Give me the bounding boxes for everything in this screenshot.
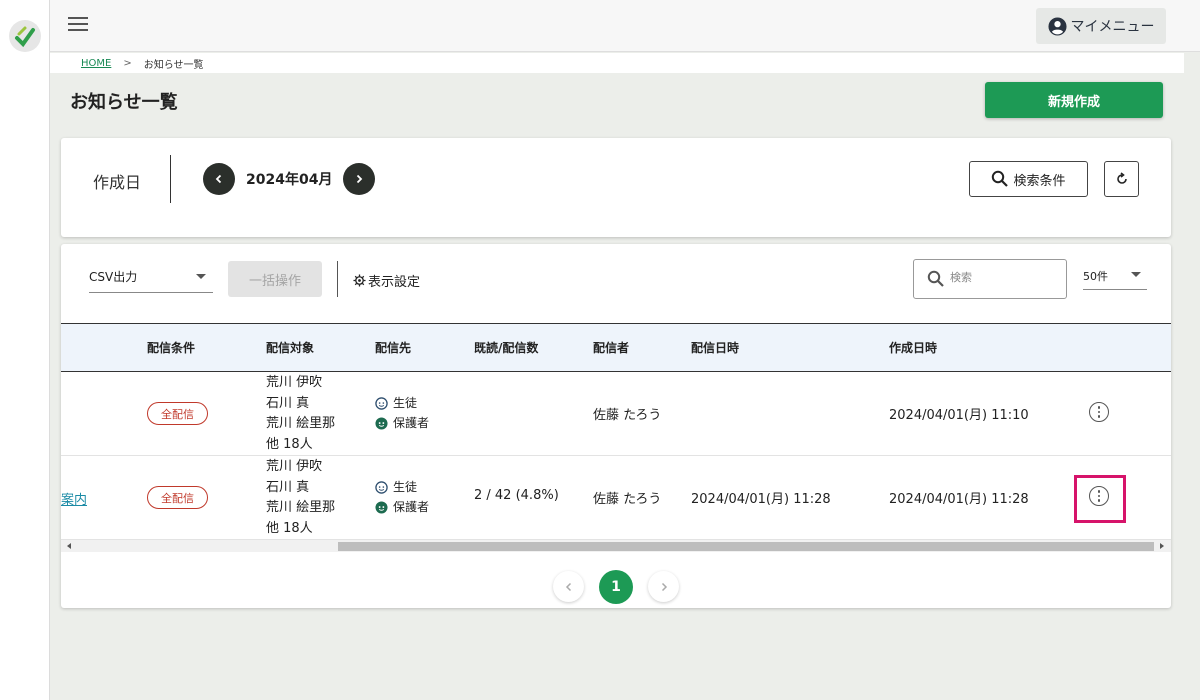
destination-label: 生徒 — [393, 480, 418, 494]
horizontal-scrollbar[interactable] — [61, 540, 1171, 552]
bulk-action-button[interactable]: 一括操作 — [228, 261, 322, 297]
header-condition: 配信条件 — [147, 341, 196, 355]
scroll-right-arrow-icon[interactable] — [1160, 543, 1164, 549]
search-icon — [992, 170, 1009, 187]
refresh-button[interactable] — [1104, 161, 1139, 197]
student-face-icon — [375, 480, 388, 494]
notice-title-link[interactable]: 案内 — [61, 489, 87, 508]
chevron-left-icon — [565, 582, 571, 591]
gear-icon — [353, 274, 366, 287]
search-field[interactable] — [913, 259, 1067, 299]
hamburger-menu-icon[interactable] — [68, 17, 88, 33]
search-conditions-button[interactable]: 検索条件 — [969, 161, 1088, 197]
table-row[interactable]: 案内 全配信 荒川 伊吹 石川 真 荒川 絵里那 他 18人 生徒 保護者 2 … — [61, 456, 1171, 540]
chevron-right-icon — [356, 174, 363, 184]
target-others: 他 18人 — [266, 520, 313, 536]
app-logo[interactable] — [9, 20, 41, 52]
prev-month-button[interactable] — [203, 163, 235, 195]
delivery-condition-badge: 全配信 — [147, 402, 208, 425]
per-page-label: 50件 — [1083, 270, 1108, 283]
current-page-button[interactable]: 1 — [599, 570, 633, 604]
breadcrumb-separator: > — [123, 57, 132, 69]
sender: 佐藤 たろう — [593, 492, 662, 507]
target-name: 石川 真 — [266, 479, 310, 495]
table-header: 配信条件 配信対象 配信先 既読/配信数 配信者 配信日時 作成日時 — [61, 323, 1171, 372]
breadcrumb-current: お知らせ一覧 — [143, 59, 204, 71]
divider — [170, 155, 171, 203]
display-settings-button[interactable]: 表示設定 — [353, 271, 420, 290]
header-targets: 配信対象 — [266, 341, 315, 355]
created-date-label: 作成日 — [93, 173, 142, 192]
destination-label: 保護者 — [393, 416, 430, 430]
delivery-condition-badge: 全配信 — [147, 486, 208, 509]
student-face-icon — [375, 396, 388, 410]
target-name: 荒川 絵里那 — [266, 500, 336, 516]
account-circle-icon — [1047, 16, 1067, 36]
delivery-destinations: 生徒 保護者 — [375, 393, 429, 433]
highlight-box — [1074, 475, 1126, 523]
my-menu-button[interactable]: マイメニュー — [1036, 8, 1166, 44]
sent-at: 2024/04/01(月) 11:28 — [691, 492, 831, 507]
caret-down-icon — [1131, 272, 1141, 277]
next-page-button[interactable] — [648, 571, 679, 602]
caret-down-icon — [196, 274, 206, 279]
breadcrumb-home-link[interactable]: HOME — [81, 58, 111, 69]
header-read-count: 既読/配信数 — [474, 341, 539, 355]
page-title: お知らせ一覧 — [70, 92, 178, 113]
search-icon — [927, 270, 944, 287]
notice-list-card: CSV出力 一括操作 表示設定 50件 配信条件 配信対象 配信先 既読/配信数… — [61, 244, 1171, 608]
scroll-left-arrow-icon[interactable] — [67, 543, 71, 549]
destination-label: 生徒 — [393, 396, 418, 410]
created-at: 2024/04/01(月) 11:28 — [889, 492, 1029, 507]
my-menu-label: マイメニュー — [1070, 19, 1155, 35]
per-page-select[interactable]: 50件 — [1083, 262, 1147, 290]
refresh-icon — [1116, 172, 1127, 184]
left-sidebar — [0, 0, 50, 700]
divider — [337, 261, 338, 297]
csv-export-select[interactable]: CSV出力 — [89, 262, 213, 293]
logo-icon — [15, 26, 35, 48]
header-created-at: 作成日時 — [889, 341, 938, 355]
target-name: 荒川 伊吹 — [266, 375, 323, 390]
target-name: 荒川 伊吹 — [266, 459, 323, 474]
header-sent-at: 配信日時 — [691, 341, 740, 355]
read-count: 2 / 42 (4.8%) — [474, 488, 559, 503]
top-bar: マイメニュー — [50, 0, 1200, 52]
breadcrumb: HOME > お知らせ一覧 — [50, 53, 1184, 73]
created-at: 2024/04/01(月) 11:10 — [889, 408, 1029, 423]
search-input[interactable] — [950, 271, 1060, 284]
target-others: 他 18人 — [266, 436, 313, 452]
header-sender: 配信者 — [593, 341, 630, 355]
csv-export-label: CSV出力 — [89, 270, 138, 284]
row-more-options-icon[interactable] — [1089, 402, 1109, 422]
next-month-button[interactable] — [343, 163, 375, 195]
date-filter-card: 作成日 2024年04月 検索条件 — [61, 138, 1171, 237]
table-row[interactable]: 全配信 荒川 伊吹 石川 真 荒川 絵里那 他 18人 生徒 保護者 佐藤 たろ… — [61, 372, 1171, 456]
sender: 佐藤 たろう — [593, 408, 662, 423]
chevron-right-icon — [661, 582, 667, 591]
prev-page-button[interactable] — [553, 571, 584, 602]
chevron-left-icon — [215, 174, 222, 184]
target-name: 荒川 絵里那 — [266, 416, 336, 432]
guardian-face-icon — [375, 416, 388, 430]
header-destination: 配信先 — [375, 341, 412, 355]
guardian-face-icon — [375, 500, 388, 514]
delivery-targets: 荒川 伊吹 石川 真 荒川 絵里那 他 18人 — [266, 457, 335, 539]
target-name: 石川 真 — [266, 395, 310, 411]
scrollbar-thumb[interactable] — [338, 542, 1154, 551]
search-conditions-label: 検索条件 — [1013, 173, 1066, 189]
new-notice-button[interactable]: 新規作成 — [985, 82, 1163, 118]
current-month: 2024年04月 — [246, 172, 333, 188]
delivery-targets: 荒川 伊吹 石川 真 荒川 絵里那 他 18人 — [266, 373, 335, 455]
display-settings-label: 表示設定 — [368, 275, 421, 290]
destination-label: 保護者 — [393, 500, 430, 514]
delivery-destinations: 生徒 保護者 — [375, 477, 429, 517]
